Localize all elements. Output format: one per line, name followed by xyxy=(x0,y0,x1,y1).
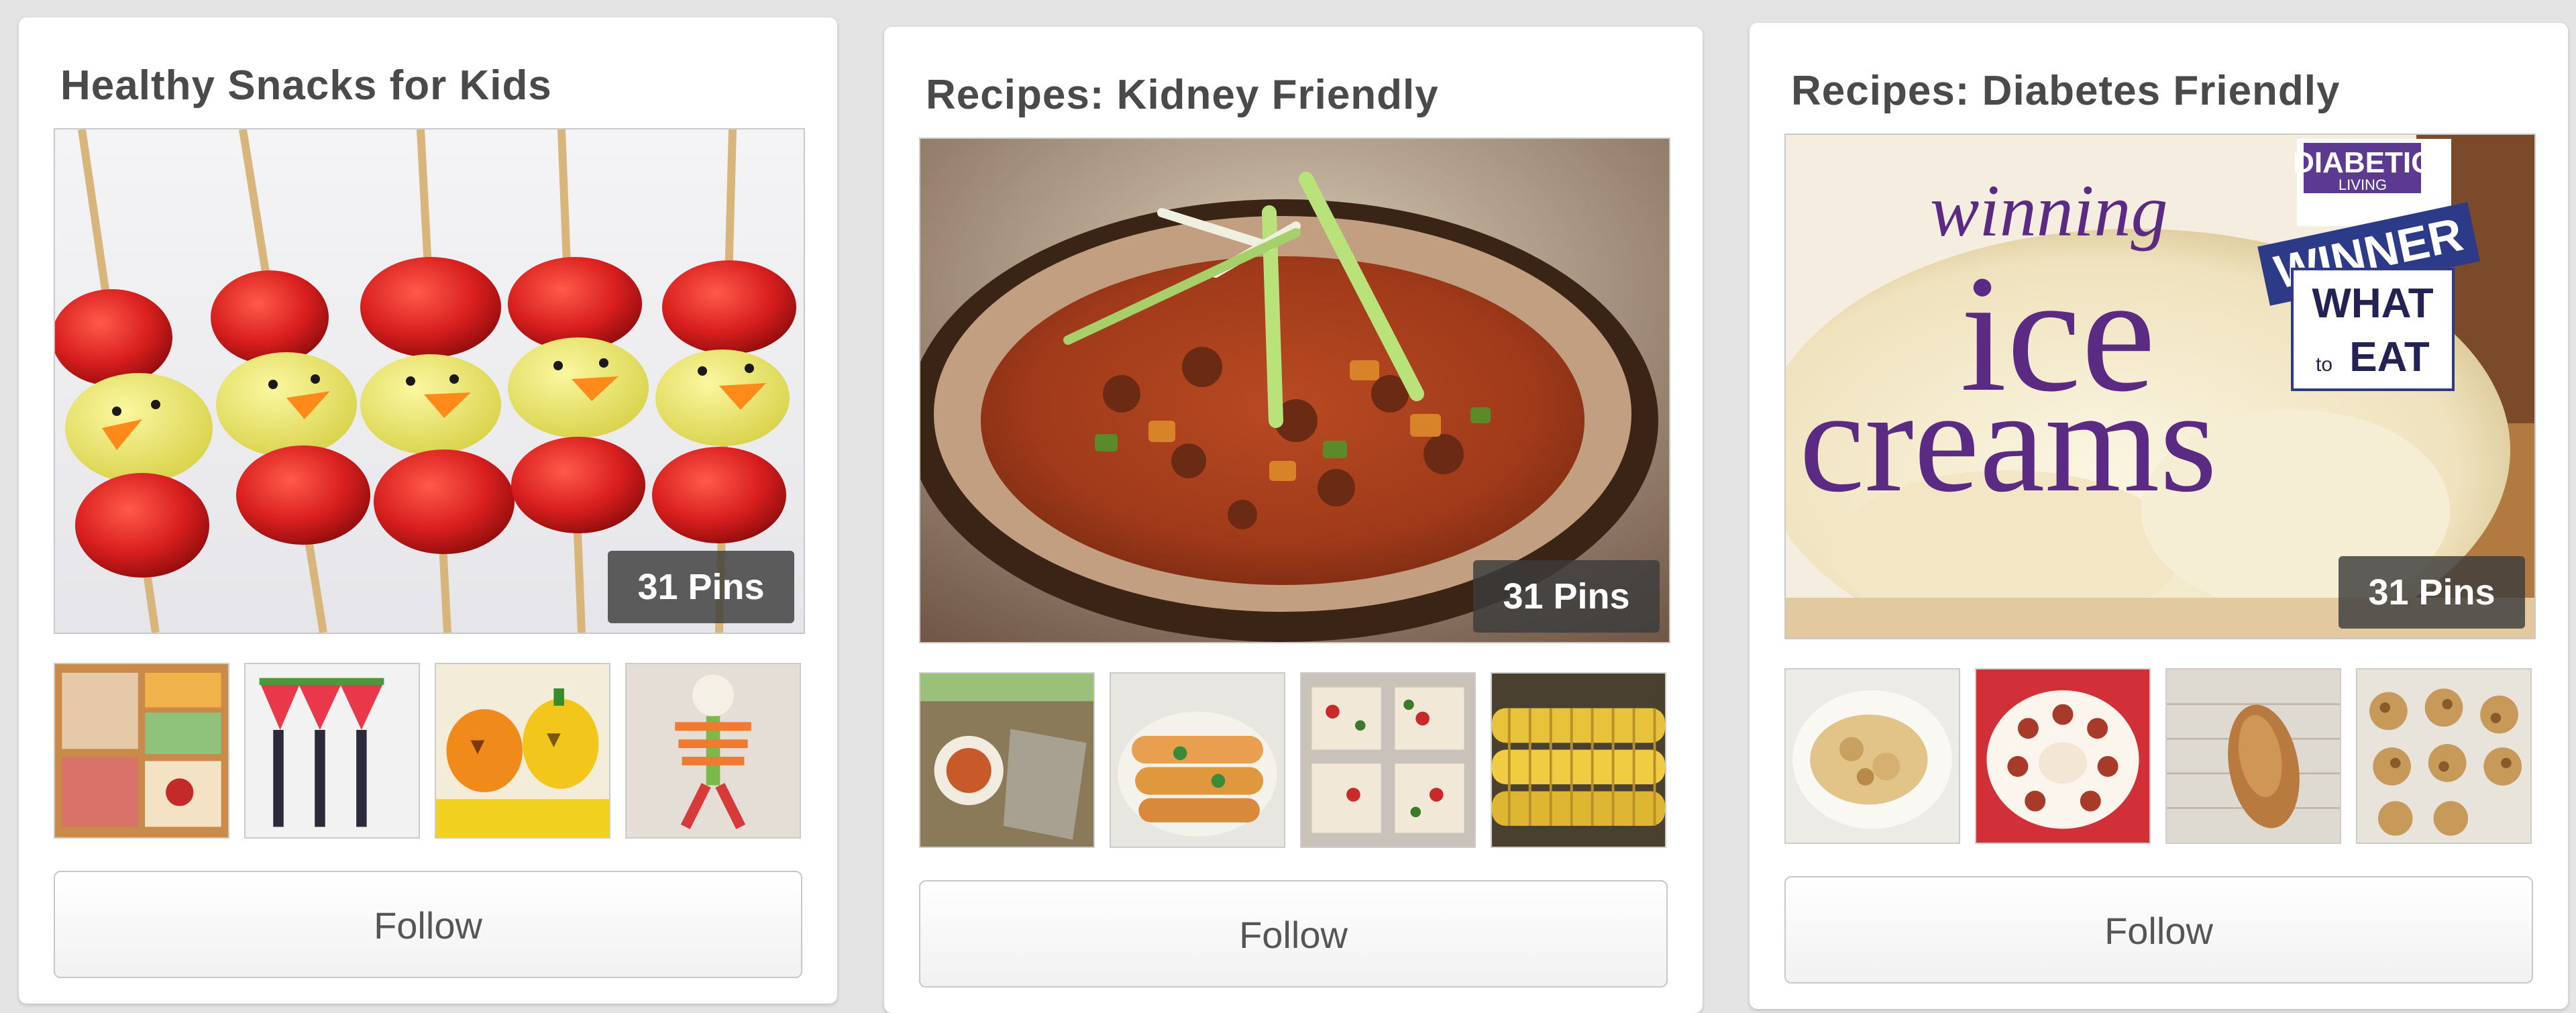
board-title[interactable]: Recipes: Diabetes Friendly xyxy=(1791,67,2341,115)
cake-slice-photo xyxy=(1976,670,2149,843)
watermelon-pops-photo xyxy=(246,664,419,837)
badge-eat-text: EAT xyxy=(2349,334,2430,380)
thumbnail-pumpkin-fruit[interactable] xyxy=(435,663,610,839)
pumpkin-fruit-photo xyxy=(436,664,609,837)
thumbnail-bread-loaf[interactable] xyxy=(2165,668,2341,844)
cover-headline-creams: creams xyxy=(1799,359,2217,523)
badge-brand-text: DIABETIC xyxy=(2293,146,2432,179)
casserole-photo xyxy=(1786,670,1959,843)
thumbnail-corn-cobs[interactable] xyxy=(1491,672,1666,848)
thumbnail-dip-and-crackers[interactable] xyxy=(919,672,1095,848)
badge-sub-text: LIVING xyxy=(2339,176,2387,193)
cookies-photo xyxy=(2357,670,2530,843)
dip-and-crackers-photo xyxy=(920,674,1093,847)
thumbnail-pizza-squares[interactable] xyxy=(1300,672,1476,848)
follow-button[interactable]: Follow xyxy=(919,880,1668,988)
pizza-squares-photo xyxy=(1301,674,1474,847)
pin-count-badge: 31 Pins xyxy=(1473,560,1660,633)
badge-what-text: WHAT xyxy=(2312,280,2433,327)
board-card-healthy-snacks[interactable]: Healthy Snacks for Kids 31 Pins Follow xyxy=(19,17,837,1004)
bread-loaf-photo xyxy=(2167,670,2340,843)
thumbnail-cake-slice[interactable] xyxy=(1975,668,2151,844)
follow-button[interactable]: Follow xyxy=(1784,876,2533,983)
thumbnail-watermelon-pops[interactable] xyxy=(244,663,420,839)
follow-button[interactable]: Follow xyxy=(54,871,802,978)
thumbnail-veggie-skeleton[interactable] xyxy=(625,663,801,839)
bento-lunch-photo xyxy=(55,664,228,837)
corn-cobs-photo xyxy=(1492,674,1665,847)
badge-to-text: to xyxy=(2316,354,2332,376)
thumbnail-strip xyxy=(919,672,1670,848)
thumbnail-cookies[interactable] xyxy=(2356,668,2532,844)
board-card-diabetes-friendly[interactable]: Recipes: Diabetes Friendly DIABETIC LIVI… xyxy=(1750,23,2568,1009)
cover-headline-winning: winning xyxy=(1930,170,2168,252)
pin-count-badge: 31 Pins xyxy=(608,551,794,623)
enchiladas-photo xyxy=(1111,674,1284,847)
pin-count-badge: 31 Pins xyxy=(2339,556,2525,629)
thumbnail-enchiladas[interactable] xyxy=(1110,672,1285,848)
thumbnail-casserole[interactable] xyxy=(1784,668,1960,844)
thumbnail-strip xyxy=(54,663,805,839)
board-cover-image[interactable]: DIABETIC LIVING WINNER WHAT to EAT winni… xyxy=(1784,134,2536,639)
veggie-skeleton-photo xyxy=(627,664,800,837)
board-cover-image[interactable]: 31 Pins xyxy=(919,138,1670,643)
board-title[interactable]: Recipes: Kidney Friendly xyxy=(926,71,1439,119)
thumbnail-strip xyxy=(1784,668,2536,844)
board-card-kidney-friendly[interactable]: Recipes: Kidney Friendly 31 Pins Follow xyxy=(884,27,1703,1013)
board-title[interactable]: Healthy Snacks for Kids xyxy=(60,62,552,109)
thumbnail-bento-lunch[interactable] xyxy=(54,663,229,839)
board-cover-image[interactable]: 31 Pins xyxy=(54,128,805,634)
